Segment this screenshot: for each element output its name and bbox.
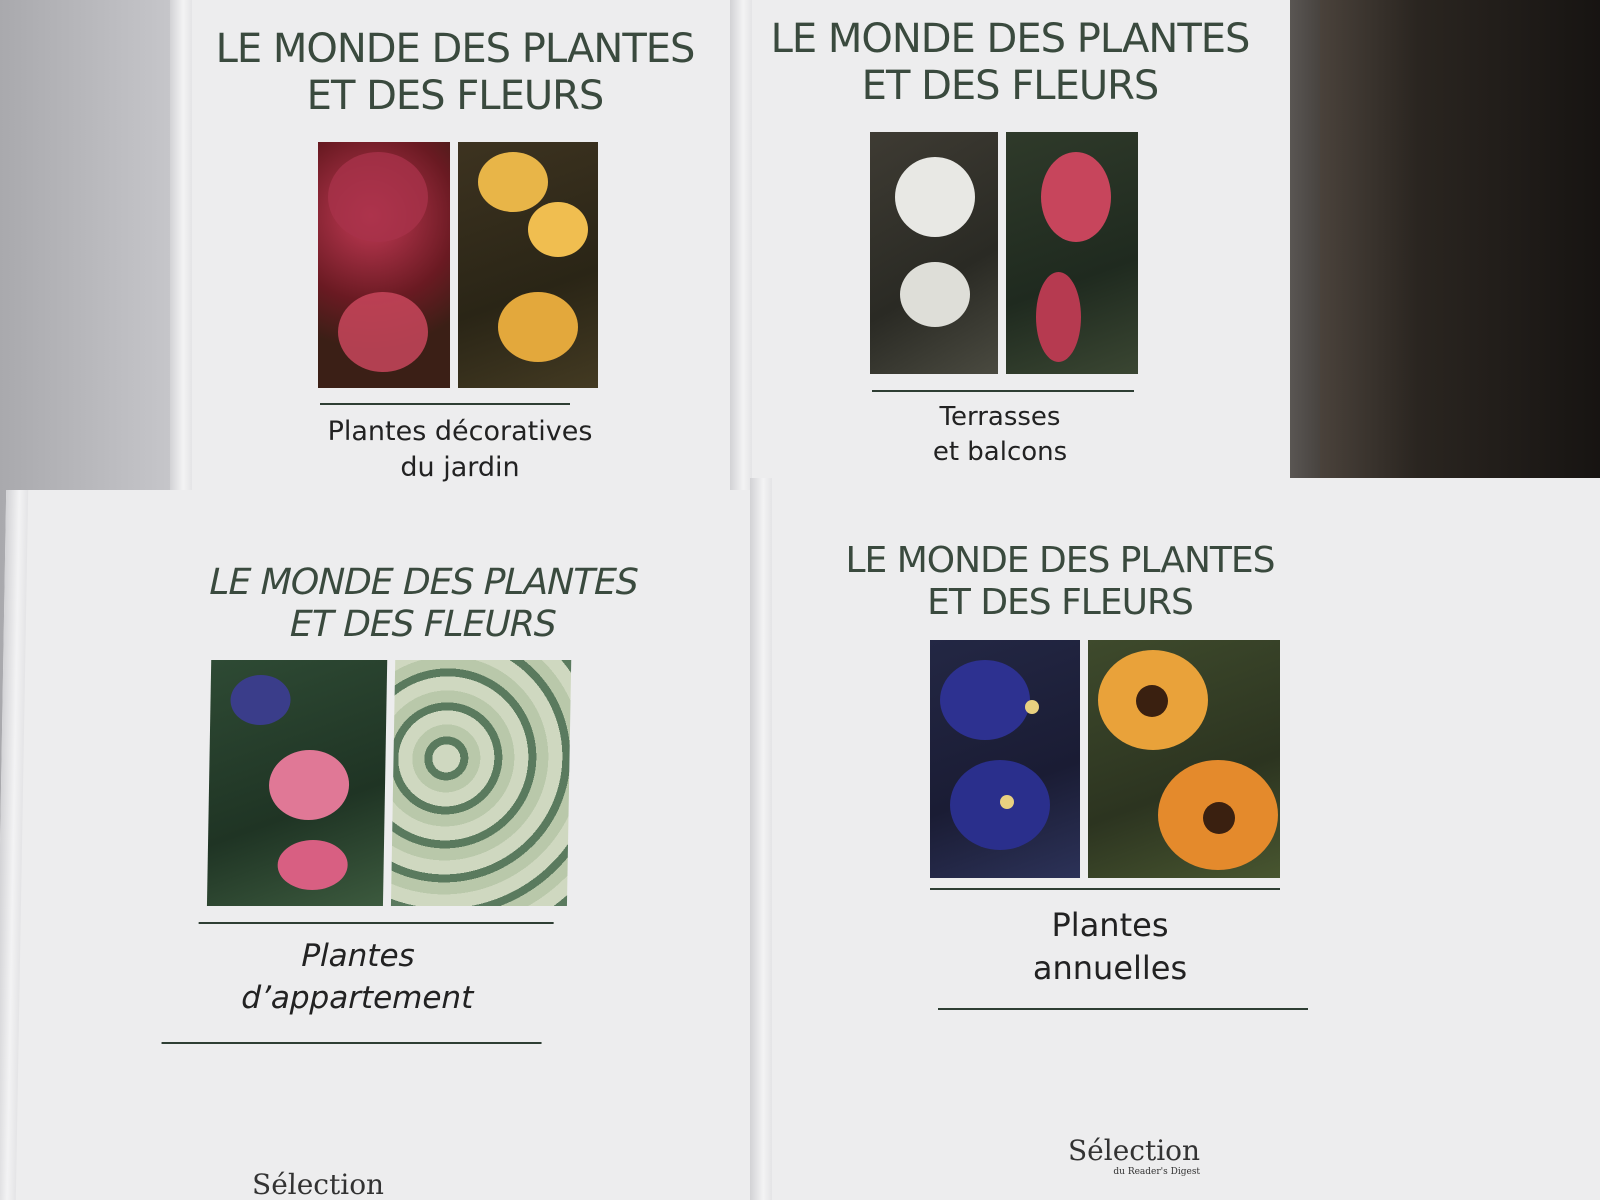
book-cover-3: LE MONDE DES PLANTES ET DES FLEURS Plant… <box>0 490 765 1200</box>
book-subtitle: Plantes décoratives du jardin <box>327 416 593 484</box>
publisher-name: Sélection <box>1068 1134 1201 1167</box>
divider-line <box>872 390 1134 392</box>
book-subtitle: Plantes d’appartement <box>241 938 474 1016</box>
publisher-logo: Sélection du Reader's Digest <box>1068 1134 1200 1177</box>
publisher-logo: Sélection <box>251 1168 385 1200</box>
purple-pansy-photo <box>930 640 1080 878</box>
publisher-subtitle: du Reader's Digest <box>1113 1167 1201 1177</box>
divider-line <box>938 1008 1308 1010</box>
rudbeckia-photo <box>1088 640 1280 878</box>
variegated-leaves-photo <box>390 660 572 906</box>
book-title: LE MONDE DES PLANTES ET DES FLEURS <box>209 562 639 646</box>
book-title: LE MONDE DES PLANTES ET DES FLEURS <box>215 26 696 120</box>
divider-line <box>161 1042 542 1044</box>
book-title: LE MONDE DES PLANTES ET DES FLEURS <box>845 540 1276 624</box>
book-subtitle: Plantes annuelles <box>1032 906 1188 988</box>
african-violet-photo <box>206 660 388 906</box>
divider-line <box>198 922 554 924</box>
book-title: LE MONDE DES PLANTES ET DES FLEURS <box>770 16 1251 110</box>
white-caper-flower-photo <box>870 132 998 374</box>
book-cover-2: LE MONDE DES PLANTES ET DES FLEURS Terra… <box>730 0 1290 492</box>
book-cover-1: LE MONDE DES PLANTES ET DES FLEURS Plant… <box>170 0 740 500</box>
red-begonia-photo <box>318 142 450 388</box>
yellow-flowers-photo <box>458 142 598 388</box>
book-subtitle: Terrasses et balcons <box>932 402 1068 468</box>
fuchsia-photo <box>1006 132 1138 374</box>
divider-line <box>320 403 570 405</box>
divider-line <box>930 888 1280 890</box>
book-cover-4: LE MONDE DES PLANTES ET DES FLEURS Plant… <box>750 478 1600 1200</box>
